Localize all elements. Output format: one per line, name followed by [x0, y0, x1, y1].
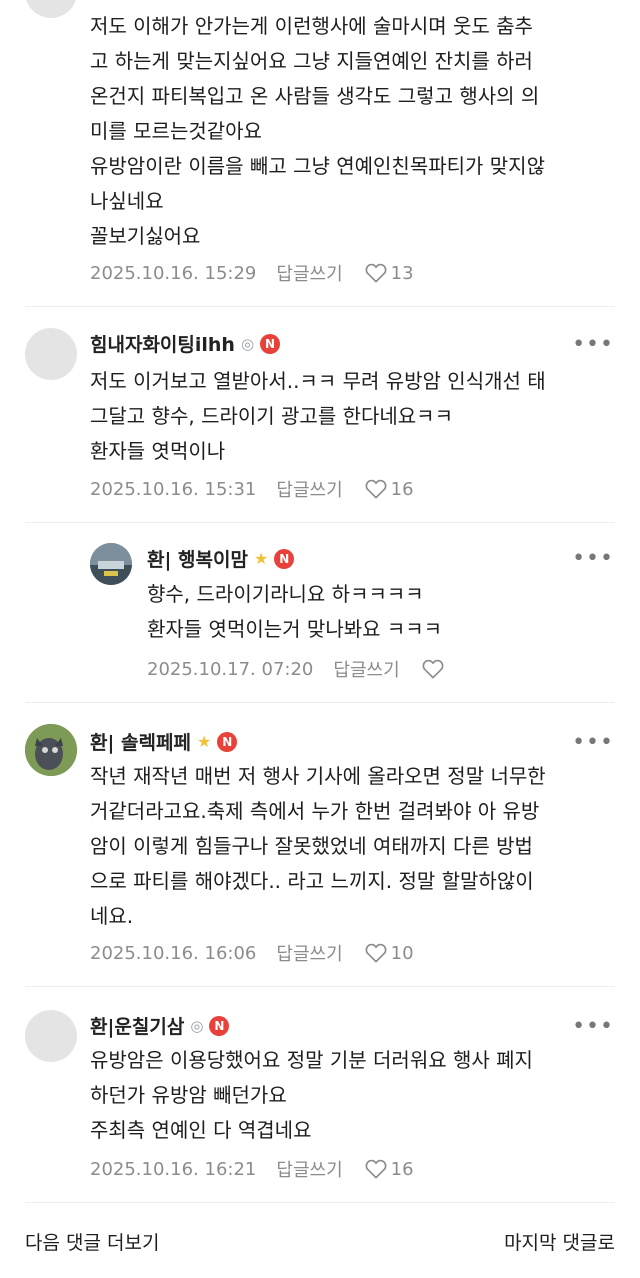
- medal-icon: ◎: [190, 1016, 204, 1035]
- comment-line: 주최측 연예인 다 역겹네요: [90, 1118, 312, 1142]
- comment-body: 작년 재작년 매번 저 행사 기사에 올라오면 정말 너무한 거같더라고요.축제…: [90, 759, 610, 934]
- heart-icon: [365, 943, 387, 963]
- reply-button[interactable]: 답글쓰기: [276, 1156, 342, 1182]
- comment-line: 꼴보기싫어요: [90, 224, 201, 248]
- author-name: 환| 솔렉페페: [90, 732, 191, 754]
- comment-line: 작년 재작년 매번 저 행사 기사에 올라오면 정말 너무한: [90, 764, 546, 788]
- like-button[interactable]: 10: [365, 943, 414, 964]
- next-comments-link[interactable]: 다음 댓글 더보기: [25, 1228, 159, 1255]
- comment-line: 암이 이렇게 힘들구나 잘못했었네 여태까지 다른 방법: [90, 834, 533, 858]
- comment-date: 2025.10.16. 15:29: [90, 262, 257, 284]
- comment-line: 그달고 향수, 드라이기 광고를 한다네요ㅋㅋ: [90, 404, 453, 428]
- reply-button[interactable]: 답글쓰기: [333, 656, 399, 682]
- comment-date: 2025.10.16. 16:06: [90, 942, 257, 964]
- medal-icon: ◎: [240, 334, 255, 353]
- comment-author[interactable]: 환| 행복이맘 ★ N: [147, 545, 295, 572]
- comment-body: 유방암은 이용당했어요 정말 기분 더러워요 행사 폐지 하던가 유방암 빼던가…: [90, 1043, 610, 1148]
- avatar[interactable]: [25, 724, 77, 776]
- heart-icon: [365, 1159, 387, 1179]
- heart-icon: [365, 479, 387, 499]
- last-comments-link[interactable]: 마지막 댓글로: [504, 1228, 615, 1255]
- like-count: 10: [390, 942, 414, 964]
- avatar-photo: [90, 543, 132, 585]
- reply-button[interactable]: 답글쓰기: [276, 260, 342, 286]
- like-button[interactable]: [422, 659, 448, 679]
- comment-meta: 2025.10.16. 15:29 답글쓰기 13: [90, 260, 414, 286]
- comment-body: 저도 이거보고 열받아서..ㅋㅋ 무려 유방암 인식개선 태 그달고 향수, 드…: [90, 364, 610, 469]
- star-icon: ★: [253, 549, 269, 568]
- avatar[interactable]: [90, 543, 132, 585]
- like-button[interactable]: 13: [365, 263, 414, 284]
- comment-body: 향수, 드라이기라니요 하ㅋㅋㅋㅋ 환자들 엿먹이는거 맞나봐요 ㅋㅋㅋ: [147, 577, 610, 647]
- comment-body: 저도 이해가 안가는게 이런행사에 술마시며 웃도 춤추 고 하는게 맞는지싶어…: [90, 9, 610, 254]
- avatar[interactable]: [25, 328, 77, 380]
- like-count: 13: [390, 262, 414, 284]
- heart-icon: [365, 263, 387, 283]
- star-icon: ★: [196, 732, 212, 751]
- divider: [25, 986, 615, 987]
- comment-meta: 2025.10.16. 15:31 답글쓰기 16: [90, 476, 414, 502]
- comment-author[interactable]: 환| 솔렉페페 ★ N: [90, 728, 238, 755]
- comment-line: 향수, 드라이기라니요 하ㅋㅋㅋㅋ: [147, 582, 424, 606]
- avatar[interactable]: [25, 1010, 77, 1062]
- comment-meta: 2025.10.17. 07:20 답글쓰기: [147, 656, 448, 682]
- reply-button[interactable]: 답글쓰기: [276, 476, 342, 502]
- heart-icon: [422, 659, 444, 679]
- comment-line: 저도 이해가 안가는게 이런행사에 술마시며 웃도 춤추: [90, 14, 533, 38]
- author-name: 환|운칠기삼: [90, 1016, 185, 1038]
- comment-line: 하던가 유방암 빼던가요: [90, 1083, 287, 1107]
- comment-line: 온건지 파티복입고 온 사람들 생각도 그렇고 행사의 의: [90, 84, 540, 108]
- comment-date: 2025.10.16. 15:31: [90, 478, 257, 500]
- comment-line: 고 하는게 맞는지싶어요 그냥 지들연예인 잔치를 하러: [90, 49, 533, 73]
- comment-line: 환자들 엿먹이나: [90, 439, 226, 463]
- like-count: 16: [390, 1158, 414, 1180]
- comment-line: 으로 파티를 해야겠다.. 라고 느끼지. 정말 할말하않이: [90, 869, 534, 893]
- divider: [25, 522, 615, 523]
- more-icon[interactable]: •••: [572, 730, 614, 755]
- comment-meta: 2025.10.16. 16:06 답글쓰기 10: [90, 940, 414, 966]
- comment-author[interactable]: 힘내자화이팅ilhh ◎ N: [90, 330, 281, 357]
- author-name: 환| 행복이맘: [147, 549, 248, 571]
- comment-line: 거같더라고요.축제 측에서 누가 한번 걸려봐야 아 유방: [90, 799, 540, 823]
- avatar-photo: [25, 724, 77, 776]
- divider: [25, 702, 615, 703]
- comment-line: 유방암이란 이름을 빼고 그냥 연예인친목파티가 맞지않: [90, 154, 545, 178]
- comment-line: 미를 모르는것같아요: [90, 119, 262, 143]
- new-badge: N: [260, 333, 281, 354]
- divider: [25, 1202, 615, 1203]
- comment-line: 저도 이거보고 열받아서..ㅋㅋ 무려 유방암 인식개선 태: [90, 369, 546, 393]
- more-icon[interactable]: •••: [572, 546, 614, 571]
- comment-line: 나싶네요: [90, 189, 164, 213]
- comment-date: 2025.10.16. 16:21: [90, 1158, 257, 1180]
- like-button[interactable]: 16: [365, 479, 414, 500]
- like-button[interactable]: 16: [365, 1159, 414, 1180]
- author-name: 힘내자화이팅ilhh: [90, 334, 235, 356]
- new-badge: N: [209, 1015, 230, 1036]
- more-icon[interactable]: •••: [572, 332, 614, 357]
- comment-line: 환자들 엿먹이는거 맞나봐요 ㅋㅋㅋ: [147, 617, 443, 641]
- like-count: 16: [390, 478, 414, 500]
- comment-meta: 2025.10.16. 16:21 답글쓰기 16: [90, 1156, 414, 1182]
- comment-line: 네요.: [90, 904, 134, 928]
- reply-button[interactable]: 답글쓰기: [276, 940, 342, 966]
- divider: [25, 306, 615, 307]
- more-icon[interactable]: •••: [572, 1014, 614, 1039]
- avatar[interactable]: [25, 0, 77, 18]
- new-badge: N: [217, 731, 238, 752]
- comment-line: 유방암은 이용당했어요 정말 기분 더러워요 행사 폐지: [90, 1048, 533, 1072]
- new-badge: N: [274, 548, 295, 569]
- comment-author[interactable]: 환|운칠기삼 ◎ N: [90, 1012, 230, 1039]
- comment-date: 2025.10.17. 07:20: [147, 658, 314, 680]
